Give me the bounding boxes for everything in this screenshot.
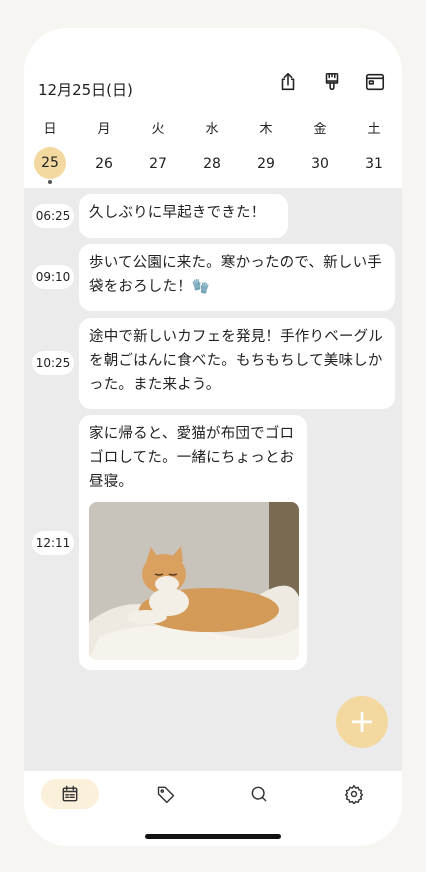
entry-text: 家に帰ると、愛猫が布団でゴロゴロしてた。一緒にちょっとお昼寝。 <box>89 426 295 490</box>
gear-icon <box>344 784 364 804</box>
weekday-label: 土 <box>367 122 381 137</box>
add-entry-button[interactable]: + <box>336 696 388 748</box>
tab-bar <box>24 771 402 846</box>
home-indicator <box>145 834 281 839</box>
brush-icon[interactable] <box>320 70 344 94</box>
tab-settings[interactable] <box>325 779 383 809</box>
day-selected[interactable]: 25 <box>34 147 66 179</box>
phone-screen: 12月25日(日) 日 月 火 水 木 金 土 25 26 27 28 29 3… <box>24 28 402 846</box>
calendar-window-icon[interactable] <box>363 70 387 94</box>
timeline-feed[interactable]: 06:25 久しぶりに早起きできた！ 09:10 歩いて公園に来た。寒かったので… <box>24 188 402 771</box>
search-icon <box>251 786 267 802</box>
day-cell[interactable]: 31 <box>354 156 394 172</box>
entry-dot <box>48 180 52 184</box>
weekday-label: 月 <box>97 122 111 137</box>
page-title[interactable]: 12月25日(日) <box>38 79 133 100</box>
tab-search[interactable] <box>230 779 288 809</box>
cat-on-blanket-photo[interactable] <box>89 502 299 660</box>
day-cell[interactable]: 27 <box>138 156 178 172</box>
entry-time: 06:25 <box>32 204 74 228</box>
entry-time: 10:25 <box>32 351 74 375</box>
weekday-label: 水 <box>205 122 219 137</box>
weekday-label: 木 <box>259 122 273 137</box>
entry-bubble[interactable]: 歩いて公園に来た。寒かったので、新しい手袋をおろした！🧤 <box>79 244 395 311</box>
entry-time: 12:11 <box>32 531 74 555</box>
day-cell[interactable]: 29 <box>246 156 286 172</box>
tag-icon <box>157 786 175 804</box>
weekday-label: 日 <box>43 122 57 137</box>
share-icon[interactable] <box>276 70 300 94</box>
day-cell[interactable]: 26 <box>84 156 124 172</box>
header: 12月25日(日) 日 月 火 水 木 金 土 25 26 27 28 29 3… <box>24 28 402 188</box>
entry-bubble-photo[interactable]: 家に帰ると、愛猫が布団でゴロゴロしてた。一緒にちょっとお昼寝。 <box>79 415 307 670</box>
day-cell[interactable]: 28 <box>192 156 232 172</box>
tab-calendar[interactable] <box>41 779 99 809</box>
day-cell[interactable]: 30 <box>300 156 340 172</box>
entry-bubble[interactable]: 途中で新しいカフェを発見！手作りベーグルを朝ごはんに食べた。もちもちして美味しか… <box>79 318 395 409</box>
weekday-label: 火 <box>151 122 165 137</box>
entry-time: 09:10 <box>32 265 74 289</box>
entry-bubble[interactable]: 久しぶりに早起きできた！ <box>79 194 288 238</box>
calendar-icon <box>62 785 78 802</box>
weekday-label: 金 <box>313 122 327 137</box>
tab-tags[interactable] <box>137 779 195 809</box>
